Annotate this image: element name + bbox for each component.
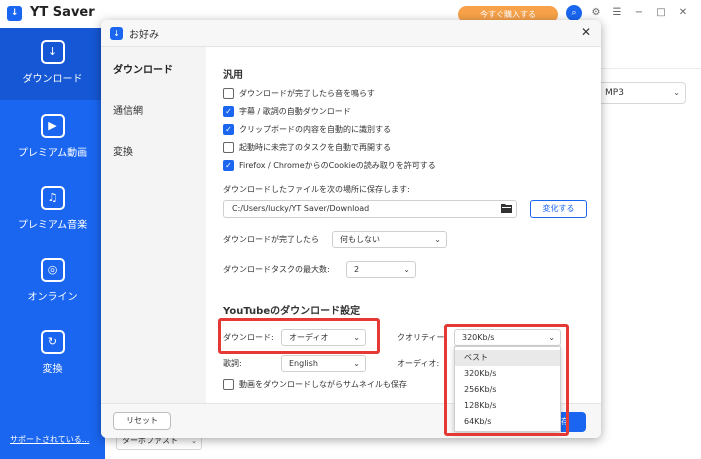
menu-icon[interactable]: ☰ [609,5,625,21]
checkbox-label: Firefox / ChromeからのCookieの読み取りを許可する [239,161,436,170]
chevron-down-icon: ⌄ [434,235,441,244]
checkbox-label: 字幕 / 歌詞の自動ダウンロード [239,107,351,116]
dialog-header: ↓ お好み ✕ [101,20,601,47]
tab-convert[interactable]: 変換 [113,143,133,158]
globe-icon: ◎ [40,258,65,282]
output-format-select[interactable]: MP3 ⌄ [598,82,686,104]
sidebar-item-label: ダウンロード [22,74,83,85]
chevron-down-icon: ⌄ [353,359,360,368]
maximize-icon[interactable]: □ [653,5,669,21]
dialog-tab-list: ダウンロード 通信網 変換 [101,47,206,403]
chevron-down-icon: ⌄ [403,265,410,274]
checkbox-label: クリップボードの内容を自動的に識別する [239,125,391,134]
checkbox[interactable] [223,142,234,153]
after-download-label: ダウンロードが完了したら [223,235,319,244]
quality-label: クオリティー: [397,333,448,342]
checkbox-checked[interactable]: ✓ [223,106,234,117]
after-download-select[interactable]: 何もしない ⌄ [332,231,447,248]
music-note-icon: ♫ [40,186,65,210]
lyrics-label: 歌詞: [223,359,242,368]
lyrics-language-select[interactable]: English ⌄ [281,355,366,372]
convert-icon: ↻ [40,330,65,354]
youtube-settings-heading: YouTubeのダウンロード設定 [223,306,361,317]
gear-icon[interactable]: ⚙ [588,5,604,21]
sidebar-item-download[interactable]: ↓ ダウンロード [0,28,105,100]
checkbox-label: ダウンロードが完了したら音を鳴らす [239,89,375,98]
output-format-value: MP3 [605,88,624,98]
save-location-label: ダウンロードしたファイルを次の場所に保存します: [223,185,410,194]
reset-button[interactable]: リセット [113,412,171,430]
checkbox[interactable] [223,379,234,390]
chevron-down-icon: ⌄ [673,88,680,97]
change-folder-button[interactable]: 変化する [530,200,587,218]
after-download-value: 何もしない [340,235,380,244]
dialog-app-icon: ↓ [110,27,123,40]
lyrics-language-value: English [289,359,318,368]
search-icon[interactable]: ⌕ [566,5,582,21]
sidebar-item-label: 変換 [42,364,63,375]
checkbox-checked[interactable]: ✓ [223,124,234,135]
tab-download[interactable]: ダウンロード [113,61,173,76]
sidebar-item-label: オンライン [27,292,78,303]
sidebar-item-label: プレミアム音楽 [17,220,88,231]
play-icon: ▶ [40,114,65,138]
sidebar-item-label: プレミアム動画 [17,148,88,159]
minimize-icon[interactable]: − [631,5,647,21]
save-path-input[interactable]: C:/Users/lucky/YT Saver/Download [223,200,517,218]
general-heading: 汎用 [223,70,243,81]
sidebar-item-premium-music[interactable]: ♫ プレミアム音楽 [0,178,105,244]
supported-sites-link[interactable]: サポートされている... [10,434,89,445]
divider [600,68,701,69]
main-sidebar: ↓ ダウンロード ▶ プレミアム動画 ♫ プレミアム音楽 ◎ オンライン ↻ 変… [0,28,105,459]
app-name: YT Saver [30,5,95,20]
checkbox[interactable] [223,88,234,99]
max-tasks-select[interactable]: 2 ⌄ [346,261,416,278]
close-window-icon[interactable]: ✕ [675,5,691,21]
max-tasks-value: 2 [354,265,360,274]
download-icon: ↓ [40,40,65,64]
close-icon[interactable]: ✕ [581,25,591,39]
highlight-box-quality [444,324,569,436]
checkbox-label: 起動時に未完了のタスクを自動で再開する [239,143,391,152]
audio-label: オーディオ: [397,359,440,368]
tab-network[interactable]: 通信網 [113,102,143,117]
checkbox-checked[interactable]: ✓ [223,160,234,171]
sidebar-item-premium-video[interactable]: ▶ プレミアム動画 [0,106,105,172]
sidebar-item-online[interactable]: ◎ オンライン [0,250,105,316]
highlight-box-download-type [218,318,380,354]
dialog-title: お好み [129,30,159,41]
sidebar-item-convert[interactable]: ↻ 変換 [0,322,105,388]
checkbox-label: 動画をダウンロードしながらサムネイルも保存 [239,380,407,389]
folder-icon[interactable] [501,203,512,213]
max-tasks-label: ダウンロードタスクの最大数: [223,265,330,274]
app-logo-icon: ↓ [7,6,22,21]
